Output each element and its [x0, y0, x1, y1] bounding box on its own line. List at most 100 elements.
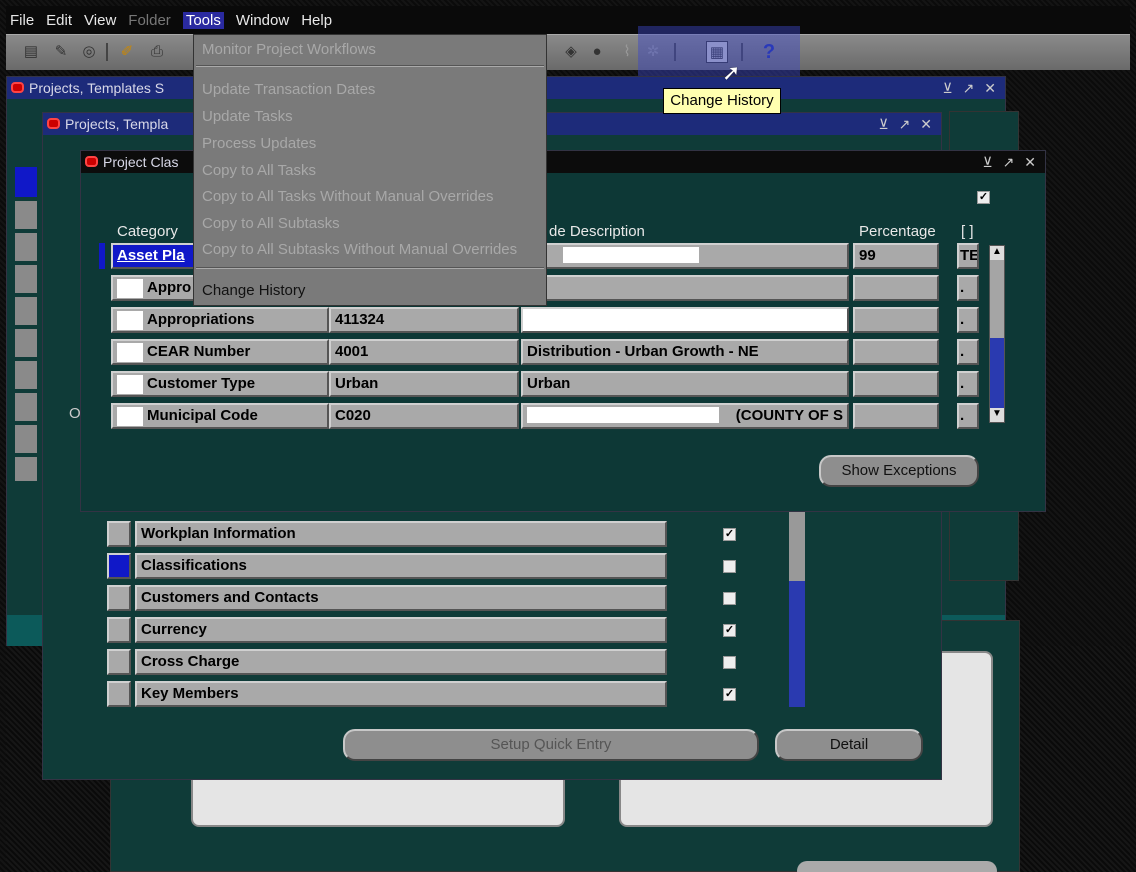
lower-button[interactable] — [797, 861, 997, 872]
menu-folder[interactable]: Folder — [128, 12, 171, 29]
oracle-icon — [11, 82, 24, 93]
option-checkbox[interactable]: ✓ — [723, 528, 736, 541]
window-title: Projects, Templates S — [29, 80, 165, 96]
option-checkbox[interactable]: ✓ — [723, 624, 736, 637]
category-cell[interactable]: Customer Type — [111, 371, 329, 397]
option-checkbox[interactable] — [723, 560, 736, 573]
description-cell[interactable]: . — [521, 243, 849, 269]
flag-cell[interactable]: . — [957, 307, 979, 333]
row-checkbox[interactable] — [117, 279, 143, 298]
save-icon[interactable]: ✐ — [116, 41, 138, 63]
percentage-cell[interactable]: 99 — [853, 243, 939, 269]
window-checkbox[interactable]: ✓ — [977, 191, 990, 204]
code-description-header: de Description — [549, 223, 645, 240]
category-cell[interactable]: Appropriations — [111, 307, 329, 333]
percentage-cell[interactable] — [853, 403, 939, 429]
option-row[interactable]: Classifications — [135, 553, 667, 579]
menu-window[interactable]: Window — [236, 12, 289, 29]
percentage-cell[interactable] — [853, 275, 939, 301]
flag-cell[interactable]: . — [957, 275, 979, 301]
menu-item-copy-to-all-subtasks[interactable]: Copy to All Subtasks — [202, 215, 340, 232]
row-checkbox[interactable] — [117, 407, 143, 426]
extra-header: [ ] — [961, 223, 974, 240]
navigator-icon[interactable]: ◎ — [78, 41, 100, 63]
row-checkbox[interactable] — [117, 343, 143, 362]
record-indicators[interactable] — [15, 201, 37, 481]
description-cell[interactable]: 2 — [521, 275, 849, 301]
menu-file[interactable]: File — [10, 12, 34, 29]
scroll-down-icon[interactable]: ▼ — [990, 408, 1004, 422]
window-controls[interactable]: ⊻ ↗ ✕ — [879, 113, 936, 135]
option-row[interactable]: Key Members — [135, 681, 667, 707]
toolbar-separator — [106, 43, 108, 61]
description-cell[interactable]: (COUNTY OF S — [521, 403, 849, 429]
tools-menu: Monitor Project Workflows Update Transac… — [193, 34, 547, 306]
scrollbar-thumb[interactable] — [789, 511, 805, 581]
percentage-cell[interactable] — [853, 371, 939, 397]
row-selector[interactable] — [107, 617, 131, 643]
option-row[interactable]: Workplan Information — [135, 521, 667, 547]
flag-cell[interactable]: . — [957, 403, 979, 429]
menu-view[interactable]: View — [84, 12, 116, 29]
option-row[interactable]: Currency — [135, 617, 667, 643]
description-cell[interactable]: Urban — [521, 371, 849, 397]
print-icon[interactable]: ⎙ — [146, 41, 168, 63]
code-cell[interactable]: C020 — [329, 403, 519, 429]
category-cell[interactable]: CEAR Number — [111, 339, 329, 365]
scroll-up-icon[interactable]: ▲ — [990, 246, 1004, 260]
row-selector[interactable] — [107, 553, 131, 579]
menu-item-update-tasks[interactable]: Update Tasks — [202, 108, 293, 125]
code-cell[interactable]: Urban — [329, 371, 519, 397]
flag-cell[interactable]: TE — [957, 243, 979, 269]
menu-divider — [196, 267, 544, 269]
code-cell[interactable]: 411324 — [329, 307, 519, 333]
menu-item-update-transaction-dates[interactable]: Update Transaction Dates — [202, 81, 375, 98]
find-icon[interactable]: ✎ — [50, 41, 72, 63]
detail-button[interactable]: Detail — [775, 729, 923, 761]
menu-item-copy-to-all-tasks-without-overrides[interactable]: Copy to All Tasks Without Manual Overrid… — [202, 188, 494, 205]
row-selector[interactable] — [107, 521, 131, 547]
row-selector[interactable] — [107, 681, 131, 707]
flag-cell[interactable]: . — [957, 371, 979, 397]
oracle-icon — [47, 118, 60, 129]
classifications-scrollbar[interactable]: ▲ ▼ — [989, 245, 1005, 423]
mouse-cursor-icon: ➚ — [722, 60, 741, 85]
option-checkbox[interactable]: ✓ — [723, 688, 736, 701]
description-cell[interactable]: Distribution - Urban Growth - NE — [521, 339, 849, 365]
category-cell[interactable]: Municipal Code — [111, 403, 329, 429]
menu-tools[interactable]: Tools — [182, 11, 224, 29]
flag-cell[interactable]: . — [957, 339, 979, 365]
options-scrollbar[interactable] — [789, 511, 805, 707]
menu-item-change-history[interactable]: Change History — [202, 282, 305, 299]
change-history-tooltip: Change History — [663, 88, 781, 114]
code-cell[interactable]: 4001 — [329, 339, 519, 365]
new-record-icon[interactable]: ▤ — [20, 41, 42, 63]
menu-edit[interactable]: Edit — [46, 12, 72, 29]
menu-help[interactable]: Help — [301, 12, 332, 29]
menu-item-copy-to-all-subtasks-without-overrides[interactable]: Copy to All Subtasks Without Manual Over… — [202, 241, 517, 258]
row-selector[interactable] — [107, 585, 131, 611]
window-controls[interactable]: ⊻ ↗ ✕ — [983, 151, 1040, 173]
window-controls[interactable]: ⊻ ↗ ✕ — [943, 77, 1000, 99]
setup-quick-entry-button[interactable]: Setup Quick Entry — [343, 729, 759, 761]
paperclip-icon[interactable]: ⌇ — [616, 41, 638, 63]
menu-item-process-updates[interactable]: Process Updates — [202, 135, 316, 152]
percentage-cell[interactable] — [853, 307, 939, 333]
menu-item-monitor-project-workflows[interactable]: Monitor Project Workflows — [202, 41, 376, 58]
row-checkbox[interactable] — [117, 375, 143, 394]
menu-item-copy-to-all-tasks[interactable]: Copy to All Tasks — [202, 162, 316, 179]
description-cell[interactable] — [521, 307, 849, 333]
row-selector[interactable] — [107, 649, 131, 675]
row-checkbox[interactable] — [117, 311, 143, 330]
percentage-header: Percentage — [859, 223, 936, 240]
percentage-cell[interactable] — [853, 339, 939, 365]
globe-icon[interactable]: ● — [586, 41, 608, 63]
show-exceptions-button[interactable]: Show Exceptions — [819, 455, 979, 487]
record-indicator[interactable] — [15, 167, 37, 197]
option-checkbox[interactable] — [723, 592, 736, 605]
option-row[interactable]: Cross Charge — [135, 649, 667, 675]
option-checkbox[interactable] — [723, 656, 736, 669]
menu-bar: File Edit View Folder Tools Window Help — [6, 6, 1130, 34]
attachment-icon[interactable]: ◈ — [560, 41, 582, 63]
option-row[interactable]: Customers and Contacts — [135, 585, 667, 611]
